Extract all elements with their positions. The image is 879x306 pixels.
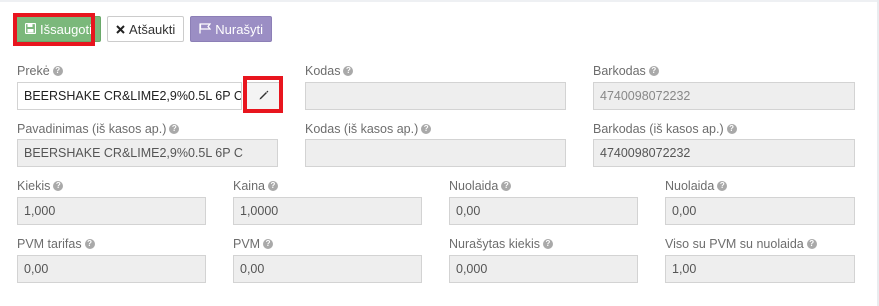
help-icon: ? xyxy=(84,239,95,249)
write-off-button[interactable]: Nurašyti xyxy=(190,16,272,42)
close-icon xyxy=(116,22,125,37)
pavadinimas-input[interactable]: BEERSHAKE CR&LIME2,9%0.5L 6P C xyxy=(17,139,278,167)
nuolaida-input[interactable]: 0,00 xyxy=(449,197,638,225)
cancel-button[interactable]: Atšaukti xyxy=(107,16,185,42)
kaina-label: Kaina? xyxy=(233,179,278,193)
kiekis-input[interactable]: 1,000 xyxy=(17,197,206,225)
pvm-label: PVM? xyxy=(233,237,274,251)
pvm-tarifas-label: PVM tarifas? xyxy=(17,237,95,251)
barkodas-label: Barkodas? xyxy=(593,64,659,78)
kodas-kasos-input[interactable] xyxy=(305,139,566,167)
nurasytas-kiekis-label: Nurašytas kiekis? xyxy=(449,237,553,251)
kodas-kasos-label: Kodas (iš kasos ap.)? xyxy=(305,122,432,136)
help-icon: ? xyxy=(726,124,737,134)
help-icon: ? xyxy=(267,181,278,191)
kiekis-label: Kiekis? xyxy=(17,179,64,193)
save-button-highlight xyxy=(13,13,95,46)
barkodas-kasos-input[interactable]: 4740098072232 xyxy=(593,139,855,167)
help-icon: ? xyxy=(53,181,64,191)
help-icon: ? xyxy=(169,124,180,134)
viso-input[interactable]: 1,00 xyxy=(665,255,855,283)
nuolaida-2-label: Nuolaida? xyxy=(665,179,728,193)
kodas-input[interactable] xyxy=(305,82,566,110)
cancel-label: Atšaukti xyxy=(129,21,176,37)
preke-input[interactable]: BEERSHAKE CR&LIME2,9%0.5L 6P C xyxy=(17,82,242,110)
nurasytas-kiekis-input[interactable]: 0,000 xyxy=(449,255,638,283)
barkodas-kasos-label: Barkodas (iš kasos ap.)? xyxy=(593,122,737,136)
edit-button-highlight xyxy=(243,76,283,113)
help-icon: ? xyxy=(543,239,553,249)
kaina-input[interactable]: 1,0000 xyxy=(233,197,422,225)
frame-top-border xyxy=(0,0,879,2)
help-icon: ? xyxy=(343,66,354,76)
help-icon: ? xyxy=(421,124,432,134)
barkodas-input[interactable]: 4740098072232 xyxy=(593,82,855,110)
nuolaida-label: Nuolaida? xyxy=(449,179,512,193)
help-icon: ? xyxy=(52,66,63,76)
pvm-tarifas-input[interactable]: 0,00 xyxy=(17,255,206,283)
kodas-label: Kodas? xyxy=(305,64,354,78)
pavadinimas-label: Pavadinimas (iš kasos ap.)? xyxy=(17,122,180,136)
pvm-input[interactable]: 0,00 xyxy=(233,255,422,283)
write-off-label: Nurašyti xyxy=(215,21,263,37)
help-icon: ? xyxy=(806,239,817,249)
preke-label: Prekė? xyxy=(17,64,63,78)
help-icon: ? xyxy=(717,181,728,191)
viso-label: Viso su PVM su nuolaida? xyxy=(665,237,817,251)
flag-icon xyxy=(199,22,212,37)
help-icon: ? xyxy=(501,181,512,191)
help-icon: ? xyxy=(263,239,274,249)
nuolaida-2-input[interactable]: 0,00 xyxy=(665,197,855,225)
help-icon: ? xyxy=(648,66,659,76)
